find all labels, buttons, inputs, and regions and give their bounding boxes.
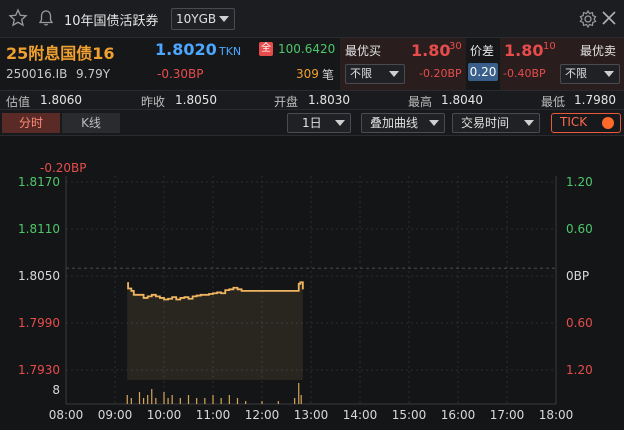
price-area-fill <box>127 282 303 380</box>
x-axis-label: 18:00 <box>539 408 574 422</box>
bid-filter-value: 不限 <box>350 67 372 80</box>
change-annotation: -0.20BP <box>40 161 87 175</box>
low-value: 1.7980 <box>574 93 616 107</box>
open-value: 1.8030 <box>308 93 350 107</box>
y-axis-left-label: 1.7930 <box>18 363 60 377</box>
period-value: 1日 <box>302 116 322 130</box>
y-axis-left-label: 1.8050 <box>18 269 60 283</box>
y-axis-right-label: 1.20 <box>566 175 593 189</box>
chevron-down-icon <box>604 71 614 77</box>
price-source: TKN <box>219 45 242 58</box>
ask-filter-value: 不限 <box>565 67 587 80</box>
x-axis-label: 12:00 <box>245 408 280 422</box>
y-axis-right-label: 0.60 <box>566 316 593 330</box>
bid-price[interactable]: 1.80 <box>411 41 450 60</box>
spread-value: 0.20 <box>468 63 498 81</box>
ask-price[interactable]: 1.80 <box>504 41 543 60</box>
volume-axis-label: 8 <box>52 383 60 397</box>
x-axis-label: 13:00 <box>294 408 329 422</box>
x-axis-label: 16:00 <box>441 408 476 422</box>
ask-superscript: 10 <box>543 41 556 52</box>
x-axis-label: 14:00 <box>343 408 378 422</box>
tick-toggle[interactable]: TICK <box>551 113 621 133</box>
overlay-label: 叠加曲线 <box>370 116 419 130</box>
close-icon[interactable] <box>600 9 618 30</box>
trading-time-label: 交易时间 <box>461 116 510 130</box>
high-label: 最高 <box>408 95 433 109</box>
y-axis-right-label: 0BP <box>566 269 589 283</box>
x-axis-label: 11:00 <box>196 408 231 422</box>
low-label: 最低 <box>541 95 566 109</box>
y-axis-left-label: 1.7990 <box>18 316 60 330</box>
y-axis-left-label: 1.8170 <box>18 175 60 189</box>
ask-bp: -0.40BP <box>503 67 546 80</box>
valuation-label: 估值 <box>6 95 31 109</box>
y-axis-right-label: 0.60 <box>566 222 593 236</box>
prev-close-label: 昨收 <box>141 95 166 109</box>
bell-icon[interactable] <box>36 8 56 31</box>
bond-tenor: 9.79Y <box>76 67 111 81</box>
chevron-down-icon <box>389 71 399 77</box>
tab-kline[interactable]: K线 <box>62 113 120 133</box>
chart-toolbar: 分时 K线 1日 叠加曲线 交易时间 TICK <box>0 110 624 136</box>
x-axis-label: 17:00 <box>490 408 525 422</box>
gear-icon[interactable] <box>578 9 598 32</box>
chevron-down-icon <box>429 120 439 126</box>
bond-selector-value: 10YGB <box>176 12 217 26</box>
tab-intraday[interactable]: 分时 <box>2 113 60 133</box>
y-axis-right-label: 1.20 <box>566 363 593 377</box>
x-axis-label: 09:00 <box>98 408 133 422</box>
chart-canvas: 1.8170 1.20 1.8110 0.60 1.8050 0BP 1.7990 0.60 1… <box>18 161 593 422</box>
ask-filter-select[interactable]: 不限 <box>560 64 620 84</box>
last-price: 1.8020 <box>155 40 217 59</box>
change-bp: -0.30BP <box>157 67 204 81</box>
bid-bp: -0.20BP <box>419 67 462 80</box>
trading-time-select[interactable]: 交易时间 <box>452 113 540 133</box>
x-axis-label: 15:00 <box>392 408 427 422</box>
spread-label: 价差 <box>470 44 495 58</box>
bond-name: 25附息国债16 <box>6 44 115 63</box>
tick-label: TICK <box>560 115 588 129</box>
intraday-chart: 1.8170 1.20 1.8110 0.60 1.8050 0BP 1.7990 0.60 1… <box>0 136 624 430</box>
overlay-select[interactable]: 叠加曲线 <box>361 113 445 133</box>
full-price-badge: 全 <box>259 42 273 56</box>
star-icon[interactable] <box>8 8 28 31</box>
x-axis-label: 10:00 <box>147 408 182 422</box>
x-axis-label: 08:00 <box>49 408 84 422</box>
open-label: 开盘 <box>274 95 299 109</box>
trade-count: 309 <box>296 67 319 81</box>
prev-close-value: 1.8050 <box>175 93 217 107</box>
y-axis-left-label: 1.8110 <box>18 222 60 236</box>
period-select[interactable]: 1日 <box>287 113 351 133</box>
chevron-down-icon <box>524 120 534 126</box>
bid-superscript: 30 <box>449 41 462 52</box>
title-bar: 10年国债活跃券 10YGB <box>0 0 624 38</box>
chevron-down-icon <box>335 120 345 126</box>
best-ask-label: 最优卖 <box>580 44 617 58</box>
quote-panel: 25附息国债16 1.8020 TKN 全 100.6420 250016.IB… <box>0 38 624 90</box>
full-price: 100.6420 <box>278 42 336 56</box>
bond-code: 250016.IB <box>6 67 68 81</box>
stats-row: 估值 1.8060 昨收 1.8050 开盘 1.8030 最高 1.8040 … <box>0 90 624 110</box>
best-bid-label: 最优买 <box>345 44 382 58</box>
valuation-value: 1.8060 <box>40 93 82 107</box>
bid-filter-select[interactable]: 不限 <box>345 64 405 84</box>
page-title: 10年国债活跃券 <box>64 14 159 29</box>
trade-count-unit: 笔 <box>322 68 335 82</box>
toggle-dot-icon <box>602 117 614 129</box>
high-value: 1.8040 <box>441 93 483 107</box>
bond-selector[interactable]: 10YGB <box>171 8 235 30</box>
chevron-down-icon <box>219 16 229 22</box>
